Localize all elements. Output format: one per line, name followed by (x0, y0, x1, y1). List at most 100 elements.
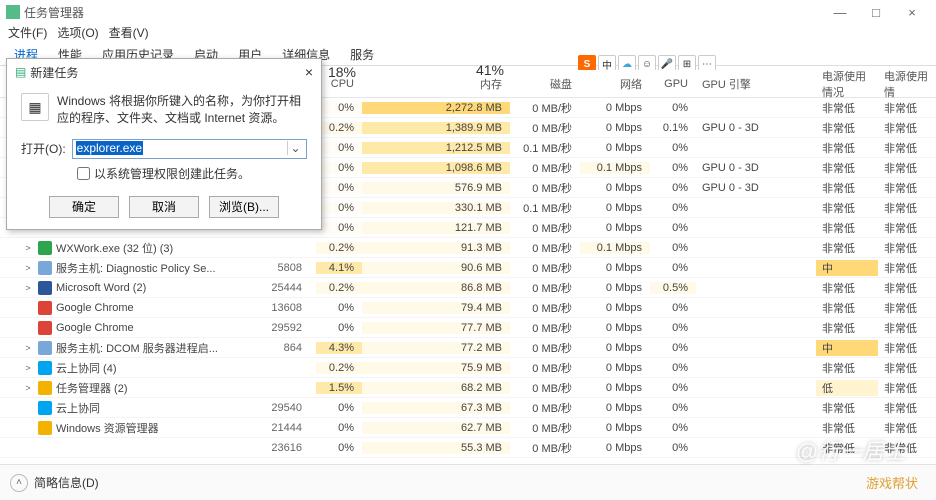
process-icon (38, 301, 52, 315)
close-button[interactable]: × (894, 5, 930, 20)
chevron-down-icon[interactable]: ⌄ (287, 141, 303, 155)
mem-cell: 79.4 MB (362, 302, 510, 314)
power-trend-cell: 非常低 (878, 200, 936, 216)
table-row[interactable]: Google Chrome 13608 0% 79.4 MB 0 MB/秒 0 … (0, 298, 936, 318)
process-name: Google Chrome (56, 322, 267, 334)
expand-icon[interactable]: > (22, 343, 34, 353)
power-cell: 非常低 (816, 180, 878, 196)
table-row[interactable]: > 任务管理器 (2) 1.5% 68.2 MB 0 MB/秒 0 Mbps 0… (0, 378, 936, 398)
col-net[interactable]: 网络 (620, 79, 642, 91)
power-trend-cell: 非常低 (878, 240, 936, 256)
cpu-cell: 0% (316, 402, 362, 414)
cpu-cell: 0% (316, 422, 362, 434)
power-trend-cell: 非常低 (878, 180, 936, 196)
col-gpu-engine[interactable]: GPU 引擎 (702, 79, 751, 91)
col-gpu[interactable]: GPU (664, 78, 688, 90)
mem-cell: 77.7 MB (362, 322, 510, 334)
gpu-cell: 0% (650, 442, 696, 454)
disk-cell: 0 MB/秒 (510, 300, 580, 316)
disk-cell: 0 MB/秒 (510, 400, 580, 416)
process-pid: 13608 (271, 302, 308, 314)
col-disk[interactable]: 磁盘 (550, 79, 572, 91)
power-trend-cell: 非常低 (878, 400, 936, 416)
open-combobox[interactable]: explorer.exe ⌄ (72, 139, 307, 159)
mem-cell: 75.9 MB (362, 362, 510, 374)
power-trend-cell: 非常低 (878, 160, 936, 176)
table-row[interactable]: 云上协同 29540 0% 67.3 MB 0 MB/秒 0 Mbps 0% 非… (0, 398, 936, 418)
net-cell: 0 Mbps (580, 342, 650, 354)
process-icon (38, 261, 52, 275)
browse-button[interactable]: 浏览(B)... (209, 196, 279, 218)
run-icon: ▤ (15, 65, 26, 79)
expand-icon[interactable]: > (22, 263, 34, 273)
ok-button[interactable]: 确定 (49, 196, 119, 218)
process-pid: 25444 (271, 282, 308, 294)
cpu-cell: 0% (316, 182, 362, 194)
zhihu-watermark: 知乎 (730, 436, 766, 460)
power-cell: 非常低 (816, 320, 878, 336)
table-row[interactable]: > 服务主机: Diagnostic Policy Se... 5808 4.1… (0, 258, 936, 278)
col-mem[interactable]: 内存 (480, 79, 502, 91)
table-row[interactable]: > WXWork.exe (32 位) (3) 0.2% 91.3 MB 0 M… (0, 238, 936, 258)
maximize-button[interactable]: □ (858, 5, 894, 20)
process-pid: 29592 (271, 322, 308, 334)
mem-pct: 41% (476, 62, 504, 78)
power-cell: 中 (816, 340, 878, 356)
process-icon (38, 281, 52, 295)
disk-cell: 0 MB/秒 (510, 360, 580, 376)
expand-icon[interactable]: > (22, 243, 34, 253)
table-row[interactable]: > 服务主机: DCOM 服务器进程启... 864 4.3% 77.2 MB … (0, 338, 936, 358)
disk-cell: 0 MB/秒 (510, 240, 580, 256)
process-name: 服务主机: Diagnostic Policy Se... (56, 260, 274, 276)
expand-icon[interactable]: > (22, 383, 34, 393)
dialog-close-button[interactable]: × (305, 64, 313, 80)
mem-cell: 68.2 MB (362, 382, 510, 394)
net-cell: 0 Mbps (580, 322, 650, 334)
net-cell: 0 Mbps (580, 422, 650, 434)
dialog-title: 新建任务 (30, 64, 78, 81)
col-power[interactable]: 电源使用情况 (822, 71, 866, 99)
net-cell: 0 Mbps (580, 122, 650, 134)
process-pid: 5808 (278, 262, 308, 274)
mem-cell: 62.7 MB (362, 422, 510, 434)
mem-cell: 55.3 MB (362, 442, 510, 454)
fewer-details-icon[interactable]: ˄ (10, 474, 28, 492)
table-row[interactable]: Google Chrome 29592 0% 77.7 MB 0 MB/秒 0 … (0, 318, 936, 338)
process-pid: 21444 (271, 422, 308, 434)
disk-cell: 0 MB/秒 (510, 120, 580, 136)
fewer-details-label[interactable]: 简略信息(D) (34, 474, 99, 491)
expand-icon[interactable]: > (22, 363, 34, 373)
admin-checkbox[interactable] (77, 167, 90, 180)
new-task-dialog: ▤ 新建任务 × ▦ Windows 将根据你所键入的名称，为你打开相应的程序、… (6, 58, 322, 230)
cpu-cell: 0% (316, 222, 362, 234)
expand-icon[interactable]: > (22, 283, 34, 293)
cancel-button[interactable]: 取消 (129, 196, 199, 218)
gpu-cell: 0% (650, 362, 696, 374)
cpu-cell: 0.2% (316, 362, 362, 374)
cpu-cell: 0% (316, 322, 362, 334)
power-trend-cell: 非常低 (878, 260, 936, 276)
cpu-cell: 0% (316, 202, 362, 214)
menu-file[interactable]: 文件(F) (8, 24, 47, 44)
power-trend-cell: 非常低 (878, 100, 936, 116)
gpu-engine-cell: GPU 0 - 3D (696, 162, 816, 174)
col-power-trend[interactable]: 电源使用情 (884, 71, 928, 99)
menu-options[interactable]: 选项(O) (57, 24, 98, 44)
mem-cell: 576.9 MB (362, 182, 510, 194)
mem-cell: 1,389.9 MB (362, 122, 510, 134)
menu-view[interactable]: 查看(V) (109, 24, 149, 44)
gpu-cell: 0% (650, 202, 696, 214)
table-row[interactable]: > Microsoft Word (2) 25444 0.2% 86.8 MB … (0, 278, 936, 298)
tab-services[interactable]: 服务 (344, 44, 380, 65)
power-cell: 非常低 (816, 120, 878, 136)
gpu-cell: 0% (650, 262, 696, 274)
gpu-cell: 0% (650, 322, 696, 334)
process-icon (38, 421, 52, 435)
power-trend-cell: 非常低 (878, 140, 936, 156)
gpu-cell: 0% (650, 422, 696, 434)
table-row[interactable]: > 云上协同 (4) 0.2% 75.9 MB 0 MB/秒 0 Mbps 0%… (0, 358, 936, 378)
mem-cell: 1,098.6 MB (362, 162, 510, 174)
power-trend-cell: 非常低 (878, 280, 936, 296)
minimize-button[interactable]: — (822, 5, 858, 20)
net-cell: 0.1 Mbps (580, 162, 650, 174)
